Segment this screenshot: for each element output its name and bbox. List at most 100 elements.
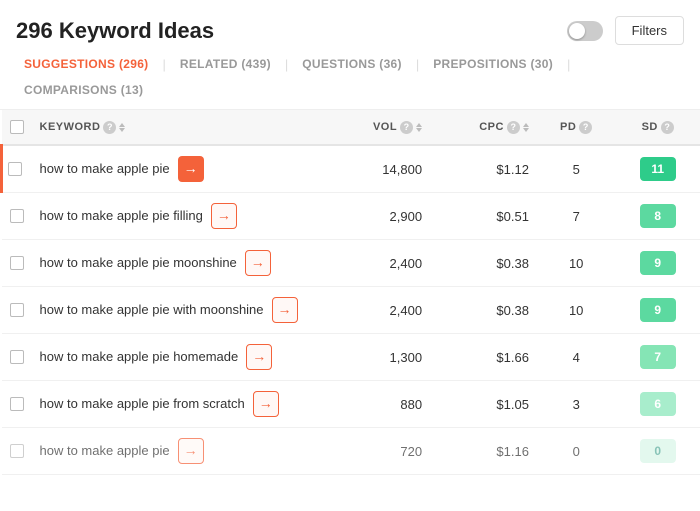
sort-up-icon	[119, 123, 125, 127]
vol-cell: 2,400	[324, 287, 430, 334]
pd-cell: 4	[537, 334, 616, 381]
tab-divider-1: |	[162, 57, 165, 72]
keyword-text: how to make apple pie moonshine	[40, 254, 237, 272]
row-checkbox[interactable]	[10, 350, 24, 364]
row-checkbox[interactable]	[10, 397, 24, 411]
table-row: how to make apple pie filling → 2,900 $0…	[2, 193, 700, 240]
table-row: how to make apple pie from scratch → 880…	[2, 381, 700, 428]
keyword-table: KEYWORD ? VOL ?	[0, 110, 700, 475]
toggle-wrapper[interactable]	[567, 21, 603, 41]
sd-badge: 7	[640, 345, 676, 369]
keyword-cell: how to make apple pie homemade →	[32, 334, 325, 381]
sd-badge: 9	[640, 298, 676, 322]
arrow-right-icon: →	[184, 159, 198, 179]
tab-prepositions[interactable]: PREPOSITIONS (30)	[425, 53, 561, 75]
arrow-right-icon: →	[251, 253, 265, 273]
vol-sort-up-icon	[416, 123, 422, 127]
sd-cell: 7	[615, 334, 700, 381]
row-checkbox-cell	[2, 240, 32, 287]
row-checkbox[interactable]	[10, 256, 24, 270]
cpc-cell: $0.51	[430, 193, 537, 240]
vol-col-label: VOL	[373, 121, 397, 133]
cpc-cell: $1.66	[430, 334, 537, 381]
tab-divider-3: |	[416, 57, 419, 72]
keyword-arrow-button[interactable]: →	[211, 203, 237, 229]
row-checkbox[interactable]	[10, 303, 24, 317]
tab-divider-4: |	[567, 57, 570, 72]
tab-questions[interactable]: QUESTIONS (36)	[294, 53, 410, 75]
select-all-checkbox[interactable]	[10, 120, 24, 134]
row-checkbox-cell	[2, 334, 32, 381]
pd-help-icon[interactable]: ?	[579, 121, 592, 134]
sd-badge: 0	[640, 439, 676, 463]
pd-cell: 7	[537, 193, 616, 240]
keyword-text: how to make apple pie with moonshine	[40, 301, 264, 319]
sd-badge: 9	[640, 251, 676, 275]
keyword-arrow-button[interactable]: →	[178, 438, 204, 464]
tab-comparisons[interactable]: COMPARISONS (13)	[16, 79, 151, 101]
sd-col-label: SD	[642, 121, 658, 133]
keyword-text: how to make apple pie	[40, 442, 170, 460]
tab-related[interactable]: RELATED (439)	[172, 53, 279, 75]
cpc-sort-up-icon	[523, 123, 529, 127]
arrow-right-icon: →	[259, 394, 273, 414]
tab-suggestions[interactable]: SUGGESTIONS (296)	[16, 53, 156, 75]
cpc-sort-down-icon	[523, 128, 529, 132]
sd-cell: 0	[615, 428, 700, 475]
row-checkbox[interactable]	[8, 162, 22, 176]
vol-cell: 2,400	[324, 240, 430, 287]
sd-cell: 11	[615, 145, 700, 193]
keyword-cell: how to make apple pie moonshine →	[32, 240, 325, 287]
row-checkbox-cell	[2, 145, 32, 193]
row-checkbox[interactable]	[10, 209, 24, 223]
pd-cell: 0	[537, 428, 616, 475]
vol-cell: 2,900	[324, 193, 430, 240]
keyword-help-icon[interactable]: ?	[103, 121, 116, 134]
sd-cell: 9	[615, 287, 700, 334]
table-row: how to make apple pie homemade → 1,300 $…	[2, 334, 700, 381]
keyword-text: how to make apple pie filling	[40, 207, 203, 225]
sd-cell: 6	[615, 381, 700, 428]
pd-cell: 10	[537, 287, 616, 334]
tab-divider-2: |	[285, 57, 288, 72]
keyword-arrow-button[interactable]: →	[245, 250, 271, 276]
cpc-cell: $1.16	[430, 428, 537, 475]
pd-cell: 10	[537, 240, 616, 287]
filter-toggle[interactable]	[567, 21, 603, 41]
arrow-right-icon: →	[217, 206, 231, 226]
arrow-right-icon: →	[252, 347, 266, 367]
keyword-arrow-button[interactable]: →	[178, 156, 204, 182]
cpc-help-icon[interactable]: ?	[507, 121, 520, 134]
keyword-cell: how to make apple pie with moonshine →	[32, 287, 325, 334]
sd-help-icon[interactable]: ?	[661, 121, 674, 134]
sd-badge: 11	[640, 157, 676, 181]
keyword-cell: how to make apple pie filling →	[32, 193, 325, 240]
keyword-text: how to make apple pie homemade	[40, 348, 239, 366]
table-row: how to make apple pie → 14,800 $1.12 5 1…	[2, 145, 700, 193]
vol-sort[interactable]	[416, 123, 422, 132]
arrow-right-icon: →	[184, 441, 198, 461]
tabs-bar: SUGGESTIONS (296) | RELATED (439) | QUES…	[0, 53, 700, 110]
vol-cell: 14,800	[324, 145, 430, 193]
vol-help-icon[interactable]: ?	[400, 121, 413, 134]
keyword-arrow-button[interactable]: →	[272, 297, 298, 323]
filters-button[interactable]: Filters	[615, 16, 684, 45]
vol-col-header: VOL ?	[324, 110, 430, 145]
cpc-sort[interactable]	[523, 123, 529, 132]
sd-cell: 8	[615, 193, 700, 240]
keyword-cell: how to make apple pie →	[32, 145, 325, 193]
pd-col-label: PD	[560, 121, 576, 133]
cpc-cell: $0.38	[430, 287, 537, 334]
keyword-text: how to make apple pie	[40, 160, 170, 178]
keyword-arrow-button[interactable]: →	[246, 344, 272, 370]
row-checkbox-cell	[2, 381, 32, 428]
keyword-text: how to make apple pie from scratch	[40, 395, 245, 413]
keyword-cell: how to make apple pie →	[32, 428, 325, 475]
row-checkbox-cell	[2, 428, 32, 475]
page-header: 296 Keyword Ideas Filters	[0, 0, 700, 53]
keyword-arrow-button[interactable]: →	[253, 391, 279, 417]
sort-down-icon	[119, 128, 125, 132]
keyword-sort[interactable]	[119, 123, 125, 132]
sd-badge: 8	[640, 204, 676, 228]
row-checkbox[interactable]	[10, 444, 24, 458]
